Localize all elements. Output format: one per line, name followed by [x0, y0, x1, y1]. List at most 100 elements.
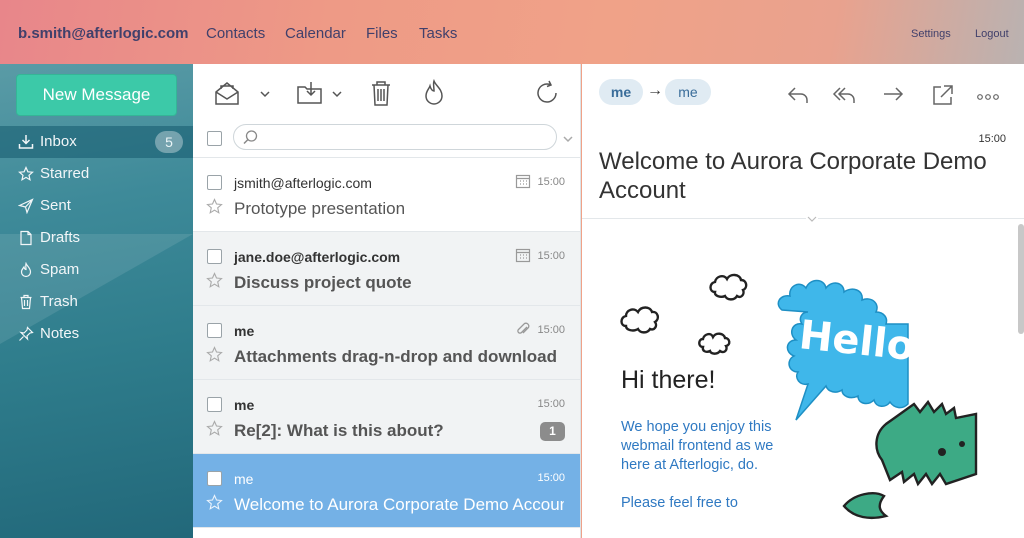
message-subject: Welcome to Aurora Corporate Demo Account	[234, 495, 564, 514]
message-subject: Attachments drag-n-drop and download	[234, 347, 557, 366]
body-text: We hope you enjoy this webmail frontend …	[621, 419, 774, 473]
message-checkbox[interactable]	[207, 471, 222, 486]
nav-contacts[interactable]: Contacts	[206, 25, 265, 42]
scrollbar[interactable]	[1018, 224, 1024, 484]
message-sender: jsmith@afterlogic.com	[234, 175, 372, 191]
message-time: 15:00	[537, 250, 565, 262]
arrow-icon: →	[647, 82, 663, 99]
message-checkbox[interactable]	[207, 175, 222, 190]
folder-spam[interactable]: Spam	[0, 254, 193, 286]
refresh-icon[interactable]	[532, 78, 562, 108]
top-bar: b.smith@afterlogic.com Contacts Calendar…	[0, 0, 1024, 64]
body-paragraph: We hope you enjoy this webmail frontend …	[621, 418, 781, 513]
spam-icon	[20, 262, 32, 278]
message-subject: Prototype presentation	[234, 199, 406, 218]
open-new-window-icon[interactable]	[930, 82, 956, 108]
move-to-folder-icon[interactable]	[295, 78, 325, 108]
message-time: 15:00	[537, 398, 565, 410]
message-sender: jane.doe@afterlogic.com	[234, 249, 401, 265]
new-message-button[interactable]: New Message	[16, 74, 177, 116]
pin-icon	[19, 326, 34, 341]
message-body: Hello, World Hi there! We hope you enjoy…	[582, 220, 1024, 538]
calendar-icon	[515, 174, 531, 189]
message-sender: me	[234, 397, 255, 413]
chevron-down-icon[interactable]	[259, 88, 271, 100]
message-checkbox[interactable]	[207, 323, 222, 338]
scrollbar-thumb[interactable]	[1018, 224, 1024, 334]
message-subject: Discuss project quote	[234, 273, 412, 292]
folder-sent[interactable]: Sent	[0, 190, 193, 222]
sidebar: New Message Inbox 5 Starred Sent Drafts …	[0, 64, 193, 538]
search-input[interactable]	[233, 124, 557, 150]
star-icon[interactable]	[206, 494, 223, 511]
folder-drafts[interactable]: Drafts	[0, 222, 193, 254]
paperclip-icon	[517, 322, 530, 334]
message-subject: Re[2]: What is this about?	[234, 421, 444, 440]
mark-read-icon[interactable]	[212, 78, 242, 108]
message-row[interactable]: jane.doe@afterlogic.com 15:00 Discuss pr…	[193, 232, 580, 306]
folder-inbox[interactable]: Inbox 5	[0, 126, 193, 158]
folder-label: Sent	[40, 197, 71, 214]
message-row[interactable]: me 15:00 Attachments drag-n-drop and dow…	[193, 306, 580, 380]
star-icon	[18, 166, 34, 182]
search-row	[193, 120, 580, 158]
star-icon[interactable]	[206, 420, 223, 437]
send-icon	[18, 198, 34, 214]
message-checkbox[interactable]	[207, 397, 222, 412]
cloud-icon	[709, 273, 748, 301]
crocodile-eye	[938, 448, 946, 456]
star-icon[interactable]	[206, 346, 223, 363]
account-email[interactable]: b.smith@afterlogic.com	[18, 25, 189, 42]
message-time: 15:00	[537, 176, 565, 188]
message-time: 15:00	[537, 324, 565, 336]
more-options-icon[interactable]	[975, 82, 1001, 108]
greeting-heading: Hi there!	[621, 366, 716, 394]
spam-icon[interactable]	[419, 78, 449, 108]
message-title: Welcome to Aurora Corporate Demo Account	[599, 148, 987, 204]
logout-link[interactable]: Logout	[975, 28, 1009, 40]
select-all-checkbox[interactable]	[207, 131, 222, 146]
body-text-2: Please feel free to	[621, 495, 738, 511]
search-icon	[243, 130, 258, 145]
reply-all-icon[interactable]	[831, 82, 857, 108]
calendar-icon	[515, 248, 531, 263]
draft-icon	[20, 230, 32, 246]
folder-trash[interactable]: Trash	[0, 286, 193, 318]
forward-icon[interactable]	[880, 82, 906, 108]
message-row[interactable]: me 15:00 Re[2]: What is this about? 1	[193, 380, 580, 454]
star-icon[interactable]	[206, 198, 223, 215]
delete-icon[interactable]	[366, 78, 396, 108]
folder-starred[interactable]: Starred	[0, 158, 193, 190]
star-icon[interactable]	[206, 272, 223, 289]
folder-label: Spam	[40, 261, 80, 278]
trash-icon	[20, 294, 32, 310]
folder-label: Trash	[40, 293, 78, 310]
to-chip[interactable]: me	[665, 79, 711, 105]
from-chip[interactable]: me	[599, 79, 643, 105]
reply-icon[interactable]	[785, 82, 811, 108]
message-sender: me	[234, 471, 254, 487]
crocodile-claw	[842, 492, 889, 520]
folder-label: Drafts	[40, 229, 81, 246]
chevron-down-icon[interactable]	[562, 133, 574, 145]
message-sender: me	[234, 323, 255, 339]
message-row[interactable]: jsmith@afterlogic.com 15:00 Prototype pr…	[193, 158, 580, 232]
message-time: 15:00	[978, 133, 1006, 145]
folder-notes[interactable]: Notes	[0, 318, 193, 350]
settings-link[interactable]: Settings	[911, 28, 951, 40]
cloud-icon	[698, 332, 731, 355]
inbox-icon	[18, 135, 34, 149]
thread-count-badge[interactable]: 1	[540, 422, 565, 441]
nav-tasks[interactable]: Tasks	[419, 25, 457, 42]
folder-label: Notes	[40, 325, 80, 342]
folder-label: Starred	[40, 165, 90, 182]
nav-calendar[interactable]: Calendar	[285, 25, 346, 42]
cloud-icon	[620, 306, 660, 334]
chevron-down-icon[interactable]	[331, 88, 343, 100]
nav-files[interactable]: Files	[366, 25, 398, 42]
folder-label: Inbox	[40, 133, 77, 150]
message-checkbox[interactable]	[207, 249, 222, 264]
crocodile-eye	[959, 441, 965, 447]
reading-pane: me → me 15:00 Welcome to Aurora Corporat…	[582, 64, 1024, 538]
message-row-selected[interactable]: me 15:00 Welcome to Aurora Corporate Dem…	[193, 454, 580, 528]
